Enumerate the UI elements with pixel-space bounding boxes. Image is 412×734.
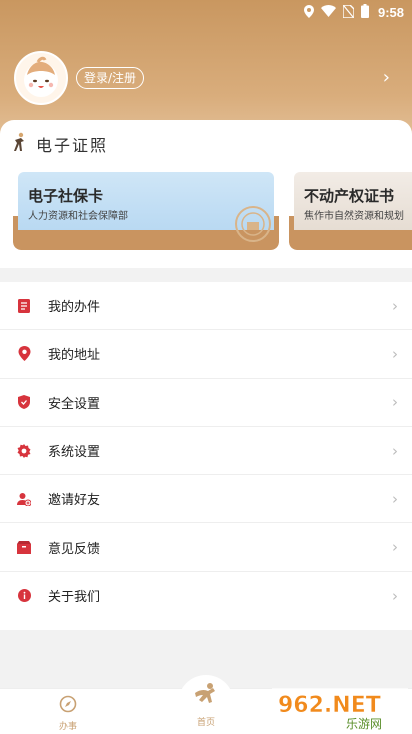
card-org: 焦作市自然资源和规划	[304, 211, 404, 222]
menu-item-invite-friends[interactable]: 邀请好友 ›	[0, 475, 412, 524]
menu-item-label: 安全设置	[48, 396, 101, 412]
menu-item-label: 我的地址	[48, 348, 101, 364]
menu-item-my-cases[interactable]: 我的办件 ›	[0, 282, 412, 331]
wifi-icon	[320, 5, 336, 20]
location-status-icon	[303, 4, 314, 21]
chevron-right-icon: ›	[392, 489, 398, 508]
chevron-right-icon: ›	[392, 393, 398, 412]
tab-services[interactable]: 办事	[38, 695, 98, 732]
national-emblem-icon	[235, 206, 271, 242]
login-register-button[interactable]: 登录/注册	[76, 67, 145, 89]
menu-item-label: 我的办件	[48, 300, 101, 316]
card-name: 电子社保卡	[28, 187, 104, 205]
menu-item-my-address[interactable]: 我的地址 ›	[0, 330, 412, 379]
settings-menu: 我的办件 › 我的地址 › 安全设置 › 系统设置 › 邀请好友 › 意见反馈 …	[0, 282, 412, 630]
menu-item-label: 关于我们	[48, 590, 101, 606]
location-pin-icon	[17, 346, 31, 362]
menu-item-about-us[interactable]: 关于我们 ›	[0, 572, 412, 620]
compass-icon	[59, 695, 77, 717]
menu-item-label: 系统设置	[48, 445, 101, 461]
home-mascot-icon	[191, 683, 221, 713]
certificate-person-icon	[12, 132, 28, 156]
chevron-right-icon: ›	[392, 296, 398, 315]
info-icon	[17, 589, 31, 603]
tab-label: 首页	[196, 718, 215, 728]
shield-icon	[17, 395, 31, 410]
chevron-right-icon: ›	[392, 441, 398, 460]
site-watermark: 962.NET 乐游网	[272, 686, 408, 732]
document-icon	[17, 298, 31, 313]
menu-item-feedback[interactable]: 意见反馈 ›	[0, 523, 412, 572]
watermark-text: 962.NET	[278, 693, 381, 718]
battery-icon	[360, 4, 369, 21]
gear-icon	[17, 443, 31, 458]
status-bar: 9:58	[0, 0, 412, 24]
menu-item-label: 邀请好友	[48, 493, 101, 509]
chevron-right-icon: ›	[392, 538, 398, 557]
certificates-section: 电子证照 电子社保卡 人力资源和社会保障部 不动产权证书 焦作市自然资源和规划	[0, 120, 412, 268]
status-time: 9:58	[377, 5, 404, 20]
tab-home[interactable]: 首页	[176, 681, 236, 728]
watermark-subtext: 乐游网	[346, 717, 382, 731]
card-name: 不动产权证书	[304, 187, 395, 205]
certificate-card-social-security[interactable]: 电子社保卡 人力资源和社会保障部	[13, 172, 279, 250]
certificates-title: 电子证照	[36, 136, 109, 155]
chevron-right-icon: ›	[392, 344, 398, 363]
menu-item-security[interactable]: 安全设置 ›	[0, 379, 412, 427]
menu-item-system-settings[interactable]: 系统设置 ›	[0, 427, 412, 476]
no-sim-icon	[342, 3, 355, 21]
feedback-box-icon	[17, 540, 31, 554]
add-user-icon	[17, 492, 31, 506]
certificate-card-property[interactable]: 不动产权证书 焦作市自然资源和规划	[289, 172, 412, 250]
chevron-right-icon: ›	[392, 586, 398, 605]
tab-label: 办事	[58, 722, 77, 732]
avatar[interactable]	[14, 51, 68, 105]
card-org: 人力资源和社会保障部	[28, 211, 128, 222]
profile-chevron-right-icon[interactable]: ›	[383, 68, 390, 88]
menu-item-label: 意见反馈	[48, 541, 101, 557]
